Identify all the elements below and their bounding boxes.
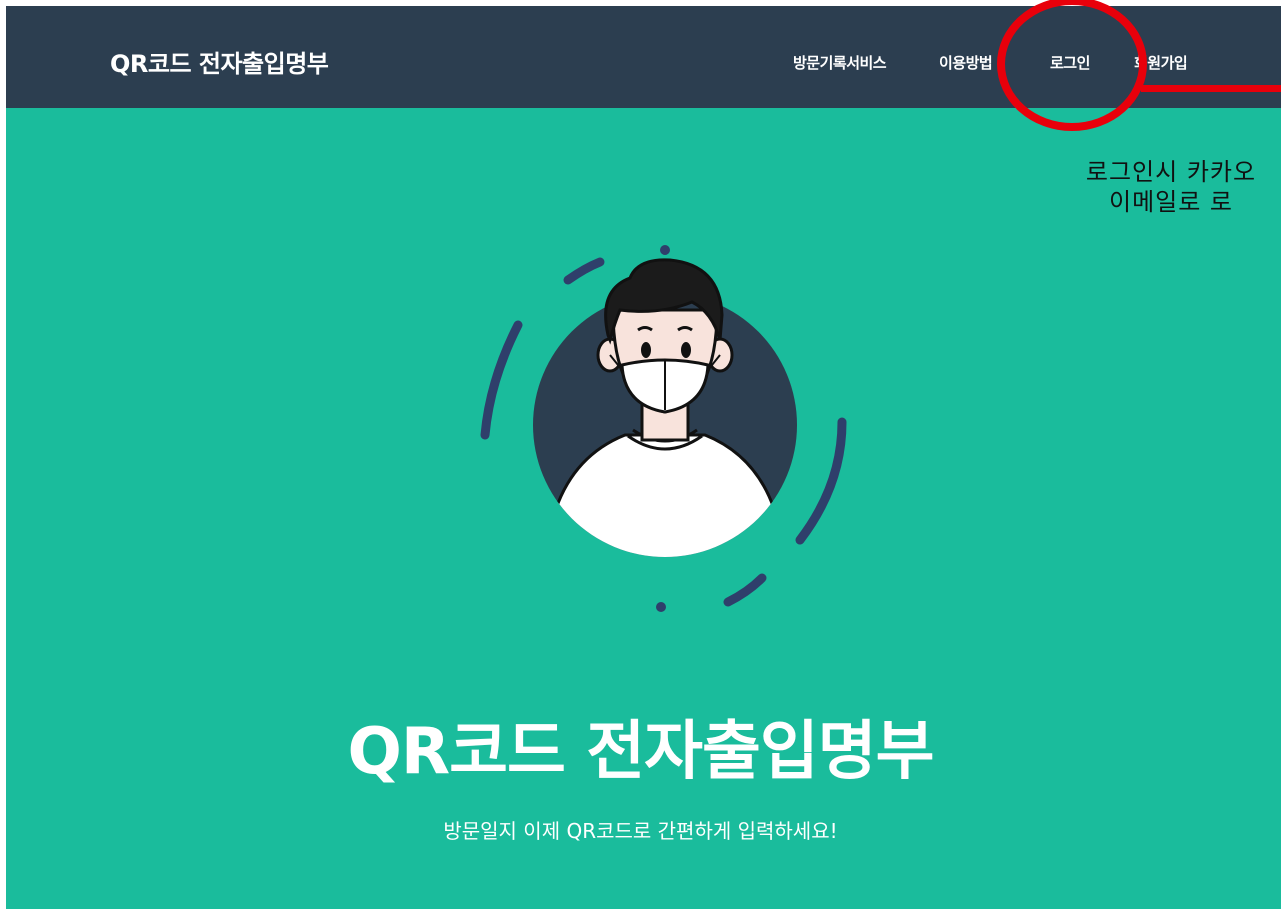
- masked-person-icon: [480, 245, 847, 612]
- annotation-highlight-circle: [997, 0, 1147, 131]
- annotation-line-2: 이메일로 로: [1108, 188, 1234, 216]
- annotation-arrow-line: [1141, 85, 1281, 92]
- annotation-note: 로그인시 카카오 이메일로 로: [1056, 157, 1281, 217]
- hero-subtitle: 방문일지 이제 QR코드로 간편하게 입력하세요!: [443, 819, 838, 843]
- nav-visit-record-service[interactable]: 방문기록서비스: [793, 52, 887, 73]
- avatar-illustration: [470, 240, 860, 620]
- hero-title: QR코드 전자출입명부: [347, 715, 934, 789]
- annotation-line-1: 로그인시 카카오: [1085, 158, 1257, 186]
- nav-how-to-use[interactable]: 이용방법: [939, 52, 993, 73]
